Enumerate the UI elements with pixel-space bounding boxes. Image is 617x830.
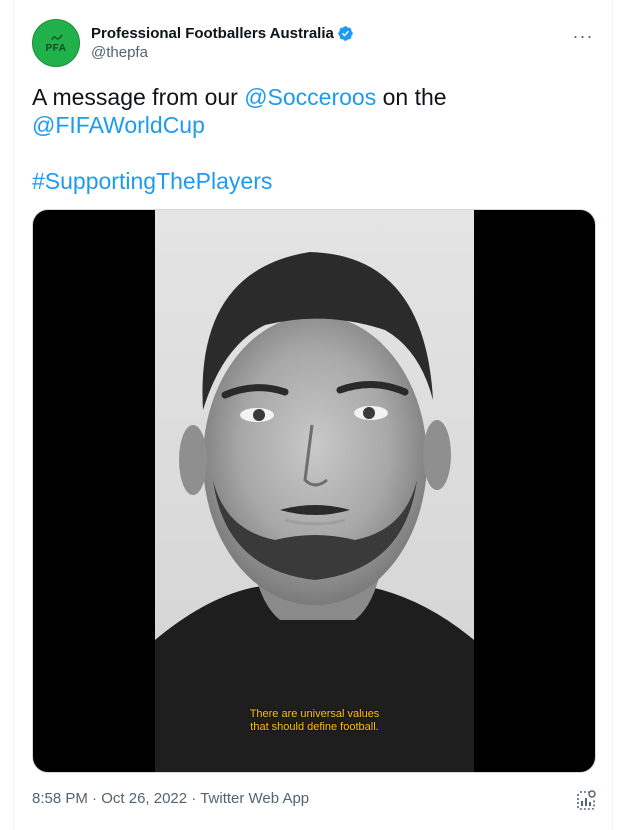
meta-separator-1: · — [87, 790, 102, 807]
author-name[interactable]: Professional Footballers Australia — [91, 25, 334, 42]
avatar-logo-text: PFA — [45, 43, 67, 54]
video-caption: There are universal values that should d… — [155, 708, 474, 734]
tweet-text-prefix: A message from our — [32, 84, 245, 110]
tweet-line-2: @FIFAWorldCup — [32, 111, 602, 139]
avatar[interactable]: PFA — [32, 19, 80, 67]
tweet-header: PFA Professional Footballers Australia @… — [32, 19, 600, 69]
author-handle[interactable]: @thepfa — [91, 44, 354, 61]
author-info: Professional Footballers Australia @thep… — [91, 23, 354, 61]
tweet-line-1: A message from our @Socceroos on the — [32, 83, 602, 111]
video-frame: There are universal values that should d… — [155, 210, 474, 772]
tweet-text: A message from our @Socceroos on the @FI… — [32, 83, 602, 195]
tweet-meta: 8:58 PM · Oct 26, 2022 · Twitter Web App — [32, 790, 309, 807]
meta-separator-2: · — [187, 790, 201, 807]
video-caption-line-2: that should define football. — [250, 721, 379, 733]
tweet-card: PFA Professional Footballers Australia @… — [13, 0, 613, 830]
tweet-date-link[interactable]: Oct 26, 2022 — [101, 790, 187, 807]
video-player[interactable]: There are universal values that should d… — [32, 209, 596, 773]
logo-swoosh-icon — [51, 34, 63, 41]
tweet-text-suffix: on the — [376, 84, 447, 110]
mention-fifaworldcup-link[interactable]: @FIFAWorldCup — [32, 112, 205, 138]
tweet-time-link[interactable]: 8:58 PM — [32, 790, 88, 807]
mention-socceroos-link[interactable]: @Socceroos — [244, 84, 376, 110]
analytics-icon[interactable] — [575, 789, 597, 811]
tweet-line-3: #SupportingThePlayers — [32, 167, 602, 195]
video-caption-line-1: There are universal values — [249, 708, 380, 720]
author-name-row: Professional Footballers Australia — [91, 23, 354, 43]
tweet-source-link[interactable]: Twitter Web App — [200, 790, 309, 807]
tweet-line-spacer — [32, 139, 602, 167]
hashtag-link[interactable]: #SupportingThePlayers — [32, 168, 272, 194]
video-still-image — [155, 210, 474, 772]
verified-badge-icon — [338, 25, 353, 41]
more-options-icon[interactable]: ··· — [566, 19, 600, 53]
